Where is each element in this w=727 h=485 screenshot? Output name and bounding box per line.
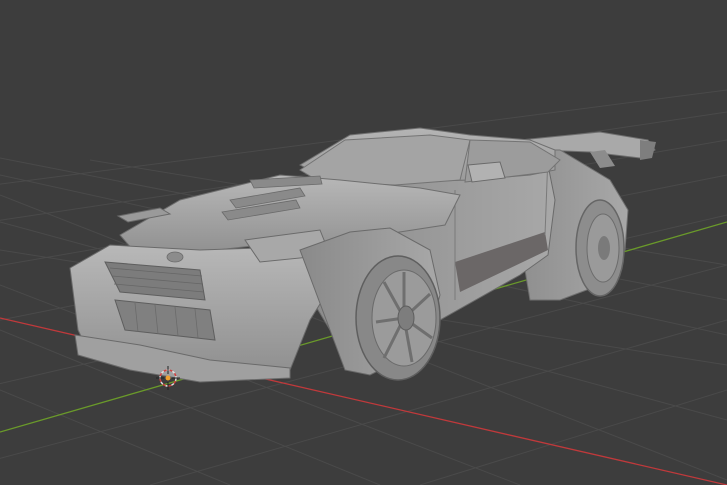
car-model[interactable] <box>69 127 656 383</box>
3d-viewport[interactable] <box>0 0 727 485</box>
